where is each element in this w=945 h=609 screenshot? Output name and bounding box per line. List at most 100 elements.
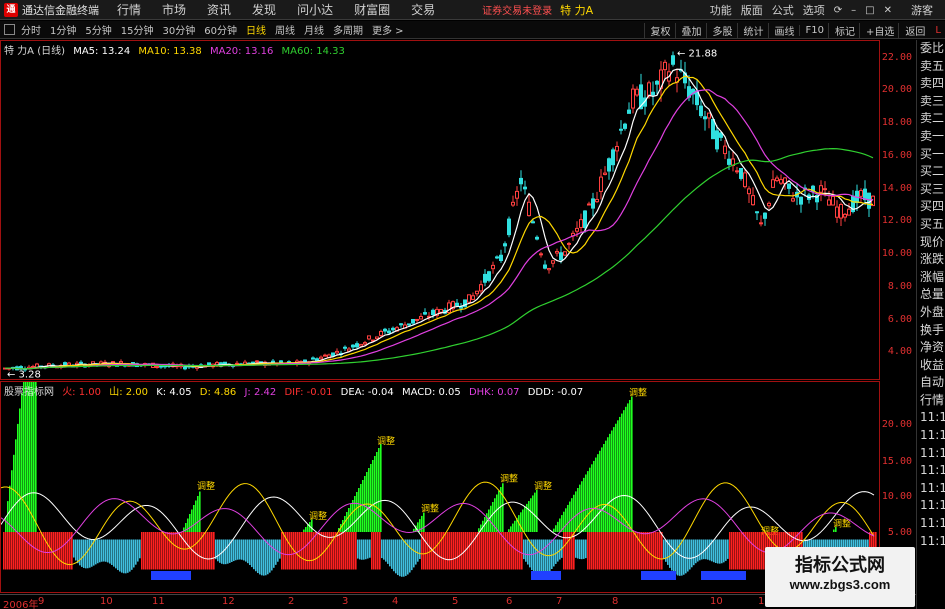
indicator-bar [645,532,647,570]
indicator-blue-bar [531,571,561,580]
indicator-bar [707,539,709,560]
period-15min[interactable]: 15分钟 [121,22,154,37]
main-price-chart[interactable]: ← 21.88 ← 3.28 [0,40,880,380]
indicator-chart[interactable]: 调整调整调整调整调整调整调整调整调整调整 [0,263,880,593]
stock-title: 特 力A [560,3,594,17]
options-button[interactable]: 选项 [803,2,825,18]
indicator-bar [119,539,121,572]
side-panel-item[interactable]: 卖五 [917,58,945,76]
side-panel-item[interactable]: 总量 [917,286,945,304]
mark-button[interactable]: 标记 [828,22,855,38]
side-panel-item[interactable]: 涨跌 [917,251,945,269]
candlestick-chart-svg[interactable]: ← 21.88 ← 3.28 [1,41,879,380]
indicator-bar [363,539,365,560]
candle-body [31,365,35,368]
indicator-bar [715,539,717,564]
menu-item-jiaoyi[interactable]: 交易 [411,1,435,18]
menu-item-wenxiaoda[interactable]: 问小达 [297,1,333,18]
indicator-bar [375,532,377,570]
period-multi[interactable]: 多周期 [333,22,363,37]
formula-button[interactable]: 公式 [772,2,794,18]
indicator-green-bar [360,484,362,532]
indicator-bar [597,532,599,570]
indicator-name[interactable]: 股票指标网 [4,387,54,398]
side-panel-item[interactable]: 买二 [917,163,945,181]
menu-item-caifuquan[interactable]: 财富圈 [354,1,390,18]
side-panel-item[interactable]: 现价 [917,234,945,252]
side-panel-item[interactable]: 卖一 [917,128,945,146]
menu-item-shichang[interactable]: 市场 [162,1,186,18]
side-panel-item[interactable]: 买一 [917,146,945,164]
indicator-bar [499,532,501,570]
overlay-button[interactable]: 叠加 [674,22,702,38]
side-panel-item[interactable]: 买五 [917,216,945,234]
multi-stock-button[interactable]: 多股 [705,22,733,38]
layout-button[interactable]: 版面 [741,2,763,18]
minimize-icon[interactable]: – [851,5,856,16]
period-daily[interactable]: 日线 [246,22,266,37]
period-more[interactable]: 更多 > [372,22,404,37]
side-panel-item[interactable]: 卖二 [917,110,945,128]
indicator-bar [111,539,113,565]
maximize-icon[interactable]: □ [865,5,874,16]
side-panel-item[interactable]: 买四 [917,198,945,216]
period-1min[interactable]: 1分钟 [50,22,76,37]
price-tick: 10.00 [881,248,912,259]
side-panel-item[interactable]: 收益 [917,357,945,375]
side-panel-item[interactable]: 买三 [917,181,945,199]
period-60min[interactable]: 60分钟 [204,22,237,37]
menu-item-zixun[interactable]: 资讯 [207,1,231,18]
indicator-green-bar [421,515,423,532]
panel-toggle-icon[interactable] [4,24,15,35]
period-monthly[interactable]: 月线 [304,22,324,37]
candle-body [387,330,391,334]
indicator-bar [207,532,209,570]
stats-button[interactable]: 统计 [736,22,764,38]
indicator-bar [655,532,657,570]
indicator-bar [453,532,455,570]
period-fenshi[interactable]: 分时 [21,22,41,37]
menu-item-hangqing[interactable]: 行情 [117,1,141,18]
period-5min[interactable]: 5分钟 [85,22,111,37]
ind-tick: 20.00 [881,419,912,430]
indicator-bar [217,539,219,562]
candle-body [439,308,443,313]
candle-body [715,130,719,150]
draw-line-button[interactable]: 画线 [767,22,795,38]
indicator-chart-svg[interactable]: 调整调整调整调整调整调整调整调整调整调整 [0,263,879,592]
ind-tick: 5.00 [887,527,912,538]
side-panel-item[interactable]: 委比 [917,40,945,58]
indicator-bar [753,532,755,570]
indicator-bar [537,539,539,576]
f10-button[interactable]: F10 [798,24,824,36]
adjust-button[interactable]: 复权 [643,22,671,38]
refresh-icon[interactable]: ⟳ [834,5,842,16]
indicator-bar [83,539,85,568]
indicator-bar [9,532,11,570]
indicator-bar [35,532,37,570]
indicator-bar [631,532,633,570]
indicator-bar [585,539,587,559]
candle-body [479,284,483,292]
period-weekly[interactable]: 周线 [275,22,295,37]
close-icon[interactable]: ✕ [884,5,892,16]
add-watchlist-button[interactable]: +自选 [859,22,894,38]
guest-label[interactable]: 游客 [911,2,933,18]
candle-body [559,252,563,261]
side-panel-item[interactable]: 净资 [917,339,945,357]
login-status[interactable]: 证券交易未登录 [482,2,552,17]
function-button[interactable]: 功能 [710,2,732,18]
indicator-bar [341,532,343,570]
side-panel-item[interactable]: 卖三 [917,93,945,111]
candle-body [223,361,227,365]
side-panel-item[interactable]: 换手 [917,322,945,340]
side-panel-item[interactable]: 涨幅 [917,269,945,287]
indicator-bar [151,532,153,570]
period-30min[interactable]: 30分钟 [162,22,195,37]
side-panel-item[interactable]: 外盘 [917,304,945,322]
indicator-bar [17,532,19,570]
menu-item-faxian[interactable]: 发现 [252,1,276,18]
indicator-bar [63,532,65,570]
side-panel-item[interactable]: 卖四 [917,75,945,93]
indicator-green-bar [366,472,368,532]
